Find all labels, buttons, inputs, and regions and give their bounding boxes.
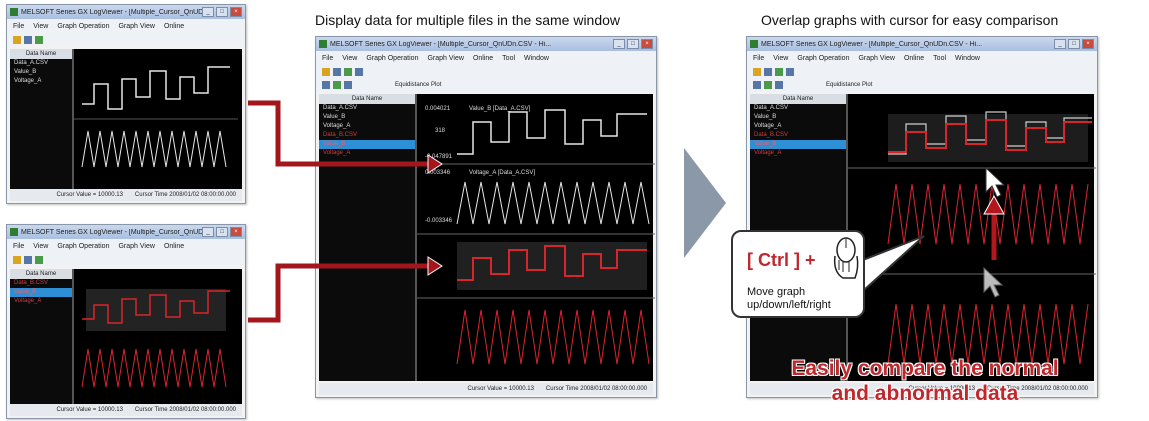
cursor-pointer-ghost-icon: [983, 266, 1004, 298]
cursor-pointer-icon: [985, 166, 1006, 198]
mouse-hand-icon: [833, 237, 859, 279]
move-up-arrowhead: [983, 194, 1005, 215]
ctrl-drag-callout: [ Ctrl ] + Move graph up/down/left/right: [731, 230, 865, 318]
callout-tail: [856, 235, 925, 292]
comparison-banner: Easily compare the normal and abnormal d…: [791, 357, 1059, 405]
ctrl-drag-hint: Move graph up/down/left/right: [747, 286, 831, 311]
ctrl-key-label: [ Ctrl ] +: [747, 250, 816, 270]
